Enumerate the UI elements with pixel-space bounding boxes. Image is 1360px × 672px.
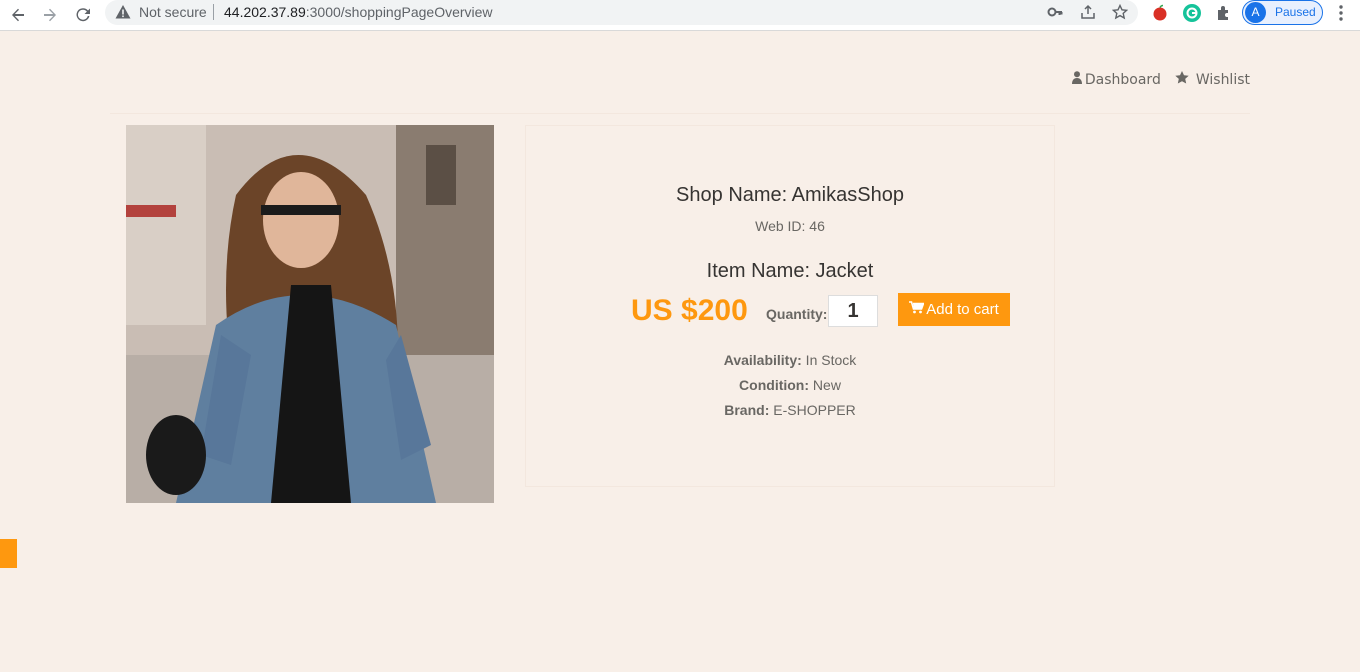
key-icon[interactable] — [1047, 4, 1063, 20]
omnibox-separator — [213, 4, 214, 20]
extensions-puzzle-icon[interactable] — [1215, 4, 1233, 22]
dashboard-label: Dashboard — [1084, 71, 1161, 88]
quantity-label: Quantity: — [766, 306, 828, 322]
add-to-cart-button[interactable]: Add to cart — [898, 293, 1010, 326]
extension-apple-icon[interactable] — [1151, 4, 1169, 22]
bookmark-star-icon[interactable] — [1111, 3, 1129, 20]
side-tab[interactable] — [0, 539, 17, 568]
url-path: :3000/shoppingPageOverview — [305, 4, 493, 20]
cart-icon — [909, 301, 925, 318]
condition-value: New — [809, 377, 841, 393]
address-bar[interactable]: Not secure 44.202.37.89:3000/shoppingPag… — [105, 0, 1138, 25]
web-id: Web ID: 46 — [755, 218, 825, 234]
avatar: A — [1245, 2, 1266, 23]
url-host: 44.202.37.89 — [224, 4, 306, 20]
browser-toolbar: Not secure 44.202.37.89:3000/shoppingPag… — [0, 0, 1360, 31]
star-icon — [1175, 71, 1189, 88]
header-nav: Dashboard Wishlist — [1071, 71, 1250, 88]
condition-row: Condition: New — [526, 377, 1054, 393]
condition-label: Condition: — [739, 377, 810, 393]
profile-status: Paused — [1275, 5, 1316, 19]
brand-row: Brand: E-SHOPPER — [526, 402, 1054, 418]
wishlist-link[interactable]: Wishlist — [1175, 71, 1250, 88]
product-image — [126, 125, 494, 503]
product-details-panel: Shop Name: AmikasShop Web ID: 46 Item Na… — [525, 125, 1055, 487]
add-to-cart-label: Add to cart — [926, 301, 999, 318]
forward-icon[interactable] — [38, 3, 62, 27]
wishlist-label: Wishlist — [1195, 71, 1250, 88]
availability-label: Availability: — [723, 352, 802, 368]
reload-icon[interactable] — [71, 3, 95, 27]
share-icon[interactable] — [1080, 4, 1096, 20]
more-menu-icon[interactable] — [1333, 4, 1349, 22]
brand-value: E-SHOPPER — [769, 402, 856, 418]
user-icon — [1071, 71, 1082, 88]
warning-icon — [115, 5, 131, 19]
grammarly-icon[interactable] — [1183, 4, 1201, 22]
dashboard-link[interactable]: Dashboard — [1071, 71, 1161, 88]
availability-value: In Stock — [801, 352, 857, 368]
product-price: US $200 — [631, 294, 748, 327]
brand-label: Brand: — [724, 402, 770, 418]
shop-name: Shop Name: AmikasShop — [676, 184, 904, 206]
header-divider — [110, 113, 1250, 114]
url-text: 44.202.37.89:3000/shoppingPageOverview — [224, 4, 493, 20]
availability-row: Availability: In Stock — [526, 352, 1054, 368]
back-icon[interactable] — [6, 3, 30, 27]
security-label: Not secure — [139, 4, 207, 20]
item-name: Item Name: Jacket — [706, 260, 874, 282]
quantity-input[interactable] — [828, 295, 878, 327]
profile-button[interactable]: A Paused — [1242, 0, 1323, 25]
